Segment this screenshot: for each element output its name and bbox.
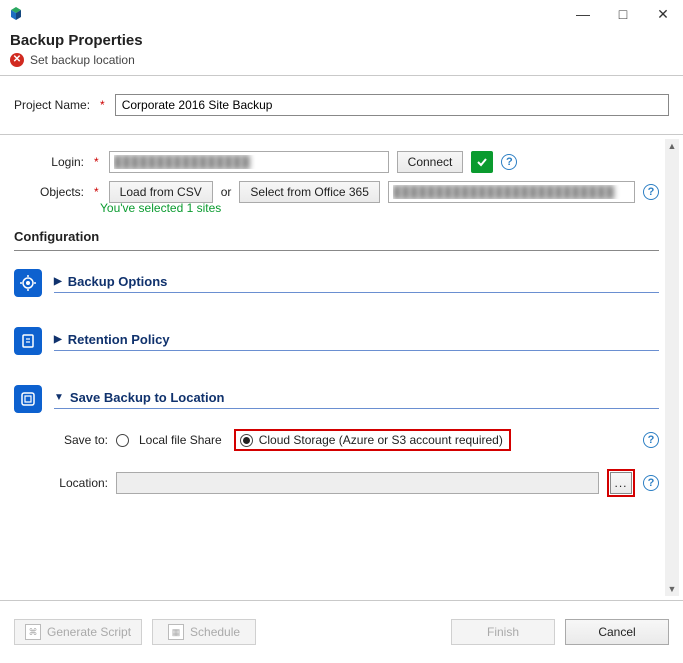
browse-highlight: ...: [607, 469, 635, 497]
connect-button[interactable]: Connect: [397, 151, 464, 173]
retention-policy-section[interactable]: ▶ Retention Policy: [14, 327, 659, 355]
page-title: Backup Properties: [10, 32, 673, 49]
configuration-header: Configuration: [14, 229, 659, 244]
save-location-icon: [14, 385, 42, 413]
required-marker: *: [100, 98, 105, 112]
or-text: or: [221, 185, 232, 199]
save-backup-section[interactable]: ▼ Save Backup to Location: [14, 385, 659, 413]
login-label: Login:: [14, 155, 84, 169]
browse-button[interactable]: ...: [610, 472, 632, 494]
app-logo-icon: [8, 6, 24, 22]
cancel-button[interactable]: Cancel: [565, 619, 669, 645]
cloud-storage-highlight: Cloud Storage (Azure or S3 account requi…: [234, 429, 511, 451]
local-file-share-radio[interactable]: [116, 434, 129, 447]
local-file-share-label: Local file Share: [139, 433, 222, 447]
schedule-button[interactable]: ▦ Schedule: [152, 619, 256, 645]
scroll-track[interactable]: [665, 153, 679, 582]
chevron-right-icon: ▶: [54, 334, 62, 345]
help-icon[interactable]: ?: [643, 432, 659, 448]
gear-icon: [14, 269, 42, 297]
objects-input[interactable]: [388, 181, 635, 203]
required-marker: *: [94, 155, 99, 169]
backup-options-title: Backup Options: [68, 274, 168, 289]
help-icon[interactable]: ?: [643, 184, 659, 200]
finish-button[interactable]: Finish: [451, 619, 555, 645]
footer: ⌘ Generate Script ▦ Schedule Finish Canc…: [0, 600, 683, 663]
help-icon[interactable]: ?: [643, 475, 659, 491]
save-to-label: Save to:: [52, 433, 108, 447]
save-backup-title: Save Backup to Location: [70, 390, 225, 405]
objects-label: Objects:: [14, 185, 84, 199]
close-button[interactable]: ✕: [643, 0, 683, 28]
help-icon[interactable]: ?: [501, 154, 517, 170]
required-marker: *: [94, 185, 99, 199]
project-name-input[interactable]: [115, 94, 669, 116]
chevron-down-icon: ▼: [54, 392, 64, 403]
generate-script-button[interactable]: ⌘ Generate Script: [14, 619, 142, 645]
project-name-row: Project Name: *: [0, 76, 683, 134]
minimize-button[interactable]: —: [563, 0, 603, 28]
save-to-row: Save to: Local file Share Cloud Storage …: [52, 429, 659, 451]
location-input[interactable]: [116, 472, 599, 494]
select-from-365-button[interactable]: Select from Office 365: [239, 181, 380, 203]
chevron-right-icon: ▶: [54, 276, 62, 287]
login-input[interactable]: [109, 151, 389, 173]
retention-icon: [14, 327, 42, 355]
script-icon: ⌘: [25, 624, 41, 640]
backup-options-section[interactable]: ▶ Backup Options: [14, 269, 659, 297]
page-subtitle: Set backup location: [30, 53, 135, 67]
scroll-up-button[interactable]: ▲: [665, 139, 679, 153]
connected-check-icon: [471, 151, 493, 173]
retention-policy-title: Retention Policy: [68, 332, 170, 347]
objects-row: Objects: * Load from CSV or Select from …: [14, 181, 659, 203]
project-name-label: Project Name:: [14, 98, 90, 112]
cloud-storage-label: Cloud Storage (Azure or S3 account requi…: [259, 433, 503, 447]
location-row: Location: ... ?: [52, 469, 659, 497]
location-label: Location:: [52, 476, 108, 490]
vertical-scrollbar[interactable]: ▲ ▼: [665, 139, 679, 596]
calendar-icon: ▦: [168, 624, 184, 640]
objects-selected-note: You've selected 1 sites: [100, 201, 659, 215]
error-icon: ✕: [10, 53, 24, 67]
load-from-csv-button[interactable]: Load from CSV: [109, 181, 213, 203]
titlebar: — □ ✕: [0, 0, 683, 28]
cloud-storage-radio[interactable]: [240, 434, 253, 447]
scroll-down-button[interactable]: ▼: [665, 582, 679, 596]
login-row: Login: * Connect ?: [14, 151, 659, 173]
header: Backup Properties ✕ Set backup location: [0, 28, 683, 75]
maximize-button[interactable]: □: [603, 0, 643, 28]
